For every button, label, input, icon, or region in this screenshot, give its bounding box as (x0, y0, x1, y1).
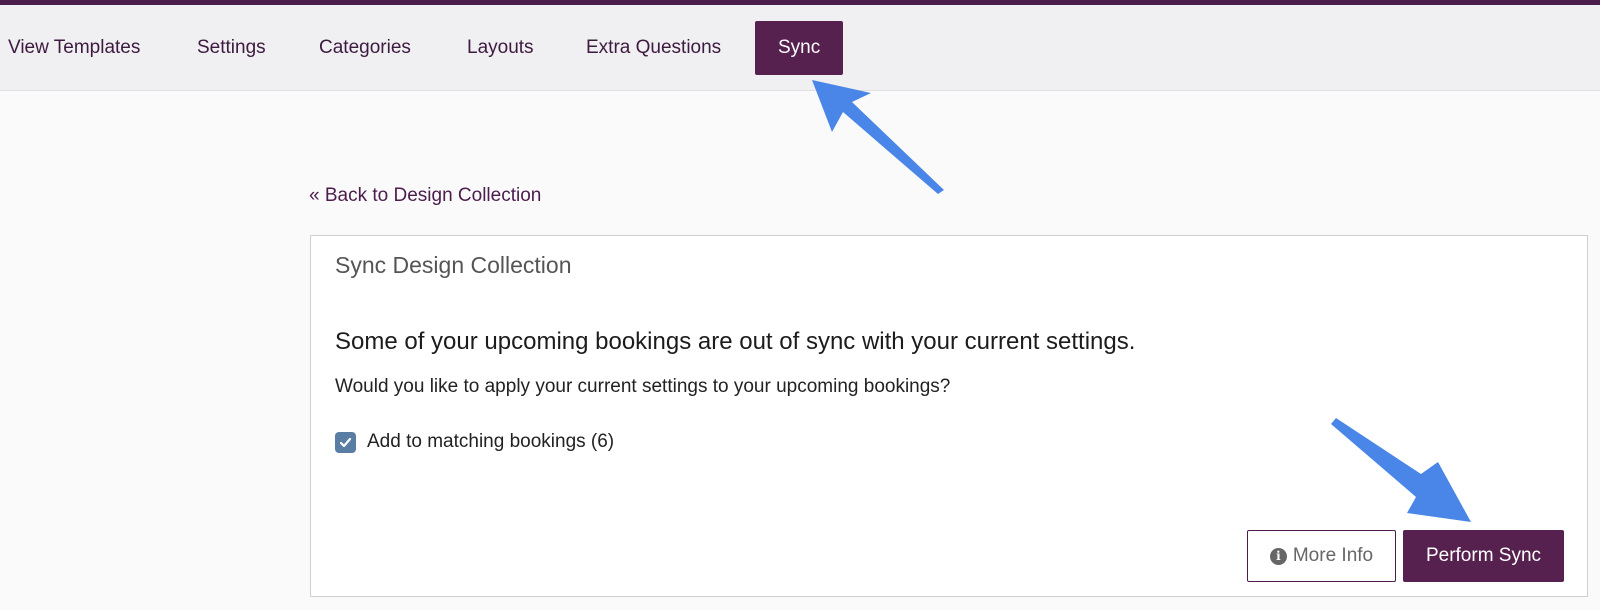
tab-settings[interactable]: Settings (193, 21, 270, 75)
arrow-annotation-icon (812, 80, 944, 194)
perform-sync-label: Perform Sync (1425, 545, 1542, 566)
back-to-design-collection-link[interactable]: « Back to Design Collection (309, 185, 541, 207)
tab-sync[interactable]: Sync (755, 21, 844, 75)
sync-headline: Some of your upcoming bookings are out o… (335, 328, 1136, 355)
tab-categories[interactable]: Categories (315, 21, 415, 75)
tab-layouts[interactable]: Layouts (463, 21, 538, 75)
checkbox-label: Add to matching bookings (6) (367, 431, 615, 452)
tab-view-templates[interactable]: View Templates (4, 21, 144, 75)
sync-panel: Sync Design Collection Some of your upco… (310, 235, 1588, 597)
perform-sync-button[interactable]: Perform Sync (1403, 530, 1564, 582)
sync-subtext: Would you like to apply your current set… (335, 376, 951, 397)
tab-extra-questions[interactable]: Extra Questions (582, 21, 725, 75)
more-info-button[interactable]: i More Info (1247, 530, 1396, 582)
check-icon (339, 437, 352, 447)
top-nav: View Templates Settings Categories Layou… (0, 5, 1600, 91)
add-to-matching-bookings-row[interactable]: Add to matching bookings (6) (335, 430, 614, 454)
add-to-matching-bookings-checkbox[interactable] (335, 431, 356, 453)
info-circle-icon: i (1269, 547, 1287, 565)
more-info-label: More Info (1292, 545, 1374, 566)
panel-title: Sync Design Collection (335, 252, 572, 278)
